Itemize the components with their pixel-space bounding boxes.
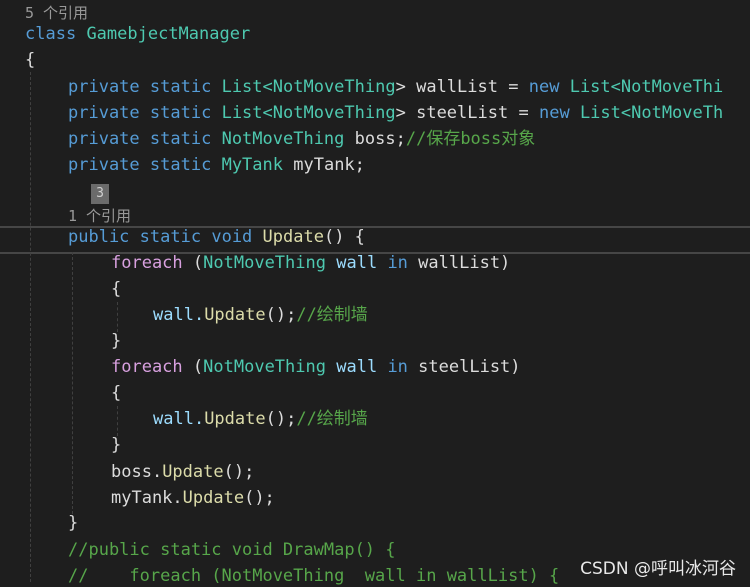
keyword-foreach: foreach (111, 357, 183, 377)
brace: { (25, 50, 36, 70)
keyword-new: new (538, 103, 570, 123)
paren-brace: () { (323, 227, 365, 247)
keyword-static: static (149, 103, 212, 123)
keyword-public: public (68, 227, 130, 247)
code-line-boss-update: boss.Update(); (111, 459, 254, 485)
method-update[interactable]: Update (183, 488, 244, 508)
type-list: List< (221, 103, 273, 123)
variable-wall[interactable]: wall (336, 357, 377, 377)
call-end: (); (223, 462, 255, 482)
variable-wall[interactable]: wall. (153, 409, 204, 429)
code-line-comment-drawmap: //public static void DrawMap() { (68, 537, 396, 563)
code-editor[interactable]: 5 个引用 class GamebjectManager { private s… (0, 0, 750, 587)
keyword-void: void (211, 227, 253, 247)
code-line-walllist: private static List<NotMoveThing> wallLi… (68, 74, 723, 100)
variable-mytank[interactable]: myTank. (111, 488, 183, 508)
method-update[interactable]: Update (204, 409, 265, 429)
code-line-wall-update: wall.Update();//绘制墙 (153, 406, 368, 432)
fold-count-badge[interactable]: 3 (91, 184, 109, 204)
code-line-update-signature: public static void Update() { (68, 224, 365, 250)
indent-guide (30, 72, 31, 582)
indent-guide (72, 252, 73, 514)
code-line-class-declaration: class GamebjectManager (25, 21, 250, 47)
type-mytank: MyTank (221, 155, 283, 175)
paren-open: ( (192, 253, 204, 273)
angle-close: > (395, 103, 406, 123)
brace: } (68, 513, 79, 533)
call-end: (); (265, 305, 297, 325)
field-walllist[interactable]: wallList) (418, 253, 510, 273)
code-line-open-brace: { (111, 276, 121, 302)
code-line-open-brace: { (111, 380, 121, 406)
comment-draw-wall: //绘制墙 (296, 409, 368, 429)
code-line-close-brace: } (111, 328, 121, 354)
field-steellist[interactable]: steelList (416, 103, 508, 123)
code-line-foreach-walllist: foreach (NotMoveThing wall in wallList) (111, 250, 510, 276)
type-notmovething: NotMoveThing (272, 103, 396, 123)
code-line-steellist: private static List<NotMoveThing> steelL… (68, 100, 723, 126)
keyword-private: private (68, 103, 140, 123)
code-line-wall-update: wall.Update();//绘制墙 (153, 302, 368, 328)
keyword-class: class (25, 24, 77, 44)
code-line-close-brace: } (111, 432, 121, 458)
comment-foreach: // foreach (NotMoveThing wall in wallLis… (68, 566, 560, 586)
class-name[interactable]: GamebjectManager (86, 24, 250, 44)
keyword-private: private (68, 129, 140, 149)
keyword-static: static (149, 129, 212, 149)
keyword-new: new (528, 77, 560, 97)
variable-wall[interactable]: wall (336, 253, 377, 273)
call-end: (); (244, 488, 275, 508)
brace: } (111, 331, 122, 351)
angle-close: > (395, 77, 406, 97)
type-notmovething: NotMoveThing (221, 129, 345, 149)
method-update[interactable]: Update (204, 305, 265, 325)
keyword-static: static (149, 77, 212, 97)
field-mytank[interactable]: myTank; (293, 155, 365, 175)
type-notmovething: NotMoveThing (203, 357, 326, 377)
brace: } (111, 435, 122, 455)
keyword-in: in (387, 357, 408, 377)
field-boss[interactable]: boss; (355, 129, 406, 149)
method-update[interactable]: Update (162, 462, 223, 482)
field-steellist[interactable]: steelList) (418, 357, 520, 377)
csdn-watermark: CSDN @呼叫冰河谷 (580, 559, 736, 579)
field-walllist[interactable]: wallList (416, 77, 498, 97)
code-line-boss: private static NotMoveThing boss;//保存bos… (68, 126, 535, 152)
method-update[interactable]: Update (263, 227, 324, 247)
keyword-private: private (68, 77, 140, 97)
code-line-foreach-steellist: foreach (NotMoveThing wall in steelList) (111, 354, 521, 380)
brace: { (111, 383, 122, 403)
keyword-foreach: foreach (111, 253, 183, 273)
code-line-comment-foreach: // foreach (NotMoveThing wall in wallLis… (68, 563, 559, 587)
code-line-mytank-update: myTank.Update(); (111, 485, 275, 511)
type-list-init: List<NotMoveTh (579, 103, 724, 123)
keyword-static: static (149, 155, 212, 175)
type-notmovething: NotMoveThing (272, 77, 396, 97)
call-end: (); (265, 409, 297, 429)
type-list-init: List<NotMoveThi (569, 77, 724, 97)
type-list: List< (221, 77, 273, 97)
comment-draw-wall: //绘制墙 (296, 305, 368, 325)
keyword-private: private (68, 155, 140, 175)
keyword-in: in (387, 253, 408, 273)
variable-wall[interactable]: wall. (153, 305, 204, 325)
code-line-open-brace: { (25, 47, 35, 73)
keyword-static: static (139, 227, 202, 247)
variable-boss[interactable]: boss. (111, 462, 162, 482)
code-line-mytank: private static MyTank myTank; (68, 152, 365, 178)
equals: = (508, 77, 519, 97)
type-notmovething: NotMoveThing (203, 253, 326, 273)
comment-boss: //保存boss对象 (405, 129, 536, 149)
comment-drawmap: //public static void DrawMap() { (68, 540, 396, 560)
code-line-close-brace: } (68, 510, 78, 536)
paren-open: ( (192, 357, 204, 377)
equals: = (518, 103, 529, 123)
brace: { (111, 279, 122, 299)
